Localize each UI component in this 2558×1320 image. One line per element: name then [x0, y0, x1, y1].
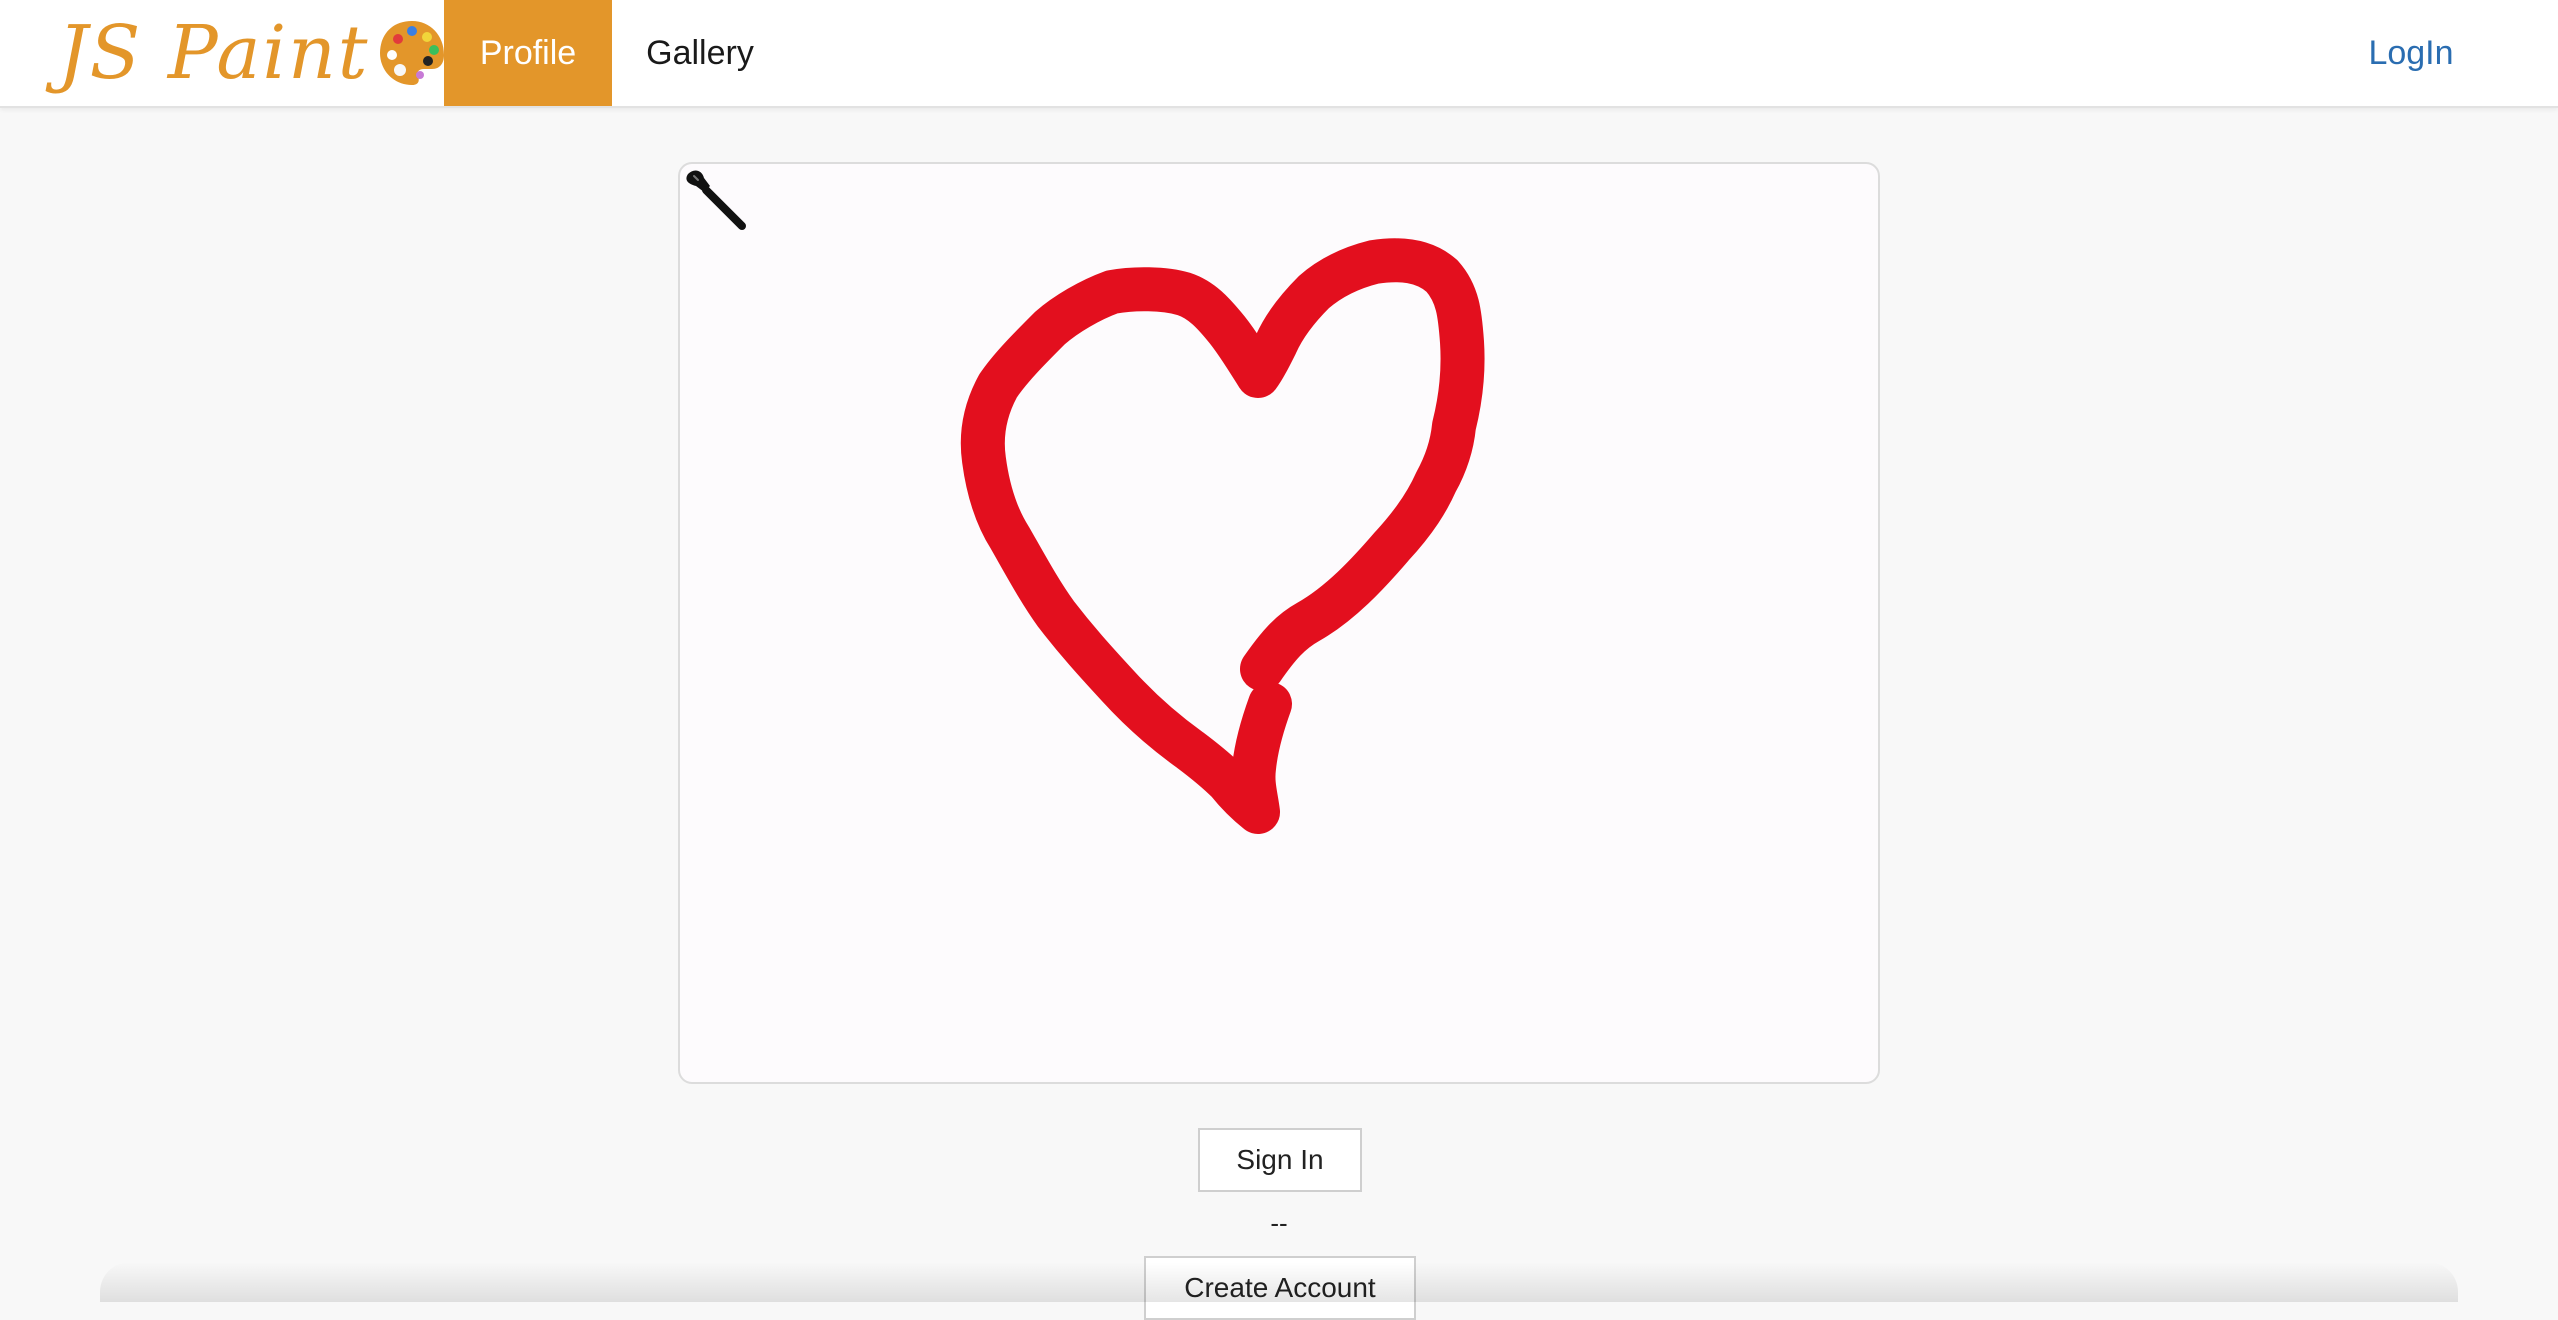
nav-tab-gallery[interactable]: Gallery	[612, 0, 788, 106]
brand-name: JS Paint	[58, 10, 370, 96]
login-link[interactable]: LogIn	[2340, 0, 2482, 106]
heart-stroke	[960, 238, 1485, 834]
sign-in-button[interactable]: Sign In	[1198, 1128, 1362, 1192]
create-account-button[interactable]: Create Account	[1144, 1256, 1416, 1320]
top-navbar: JS Paint Profile Gallery LogIn	[0, 0, 2558, 108]
canvas-drawing	[960, 238, 1485, 834]
brand-logo[interactable]: JS Paint	[58, 10, 448, 96]
artist-palette-icon	[379, 21, 444, 85]
drawing-canvas[interactable]	[678, 162, 1880, 1084]
paintbrush-cursor-icon	[686, 170, 746, 230]
separator-text: --	[1270, 1208, 1288, 1238]
nav-tab-profile[interactable]: Profile	[444, 0, 612, 106]
